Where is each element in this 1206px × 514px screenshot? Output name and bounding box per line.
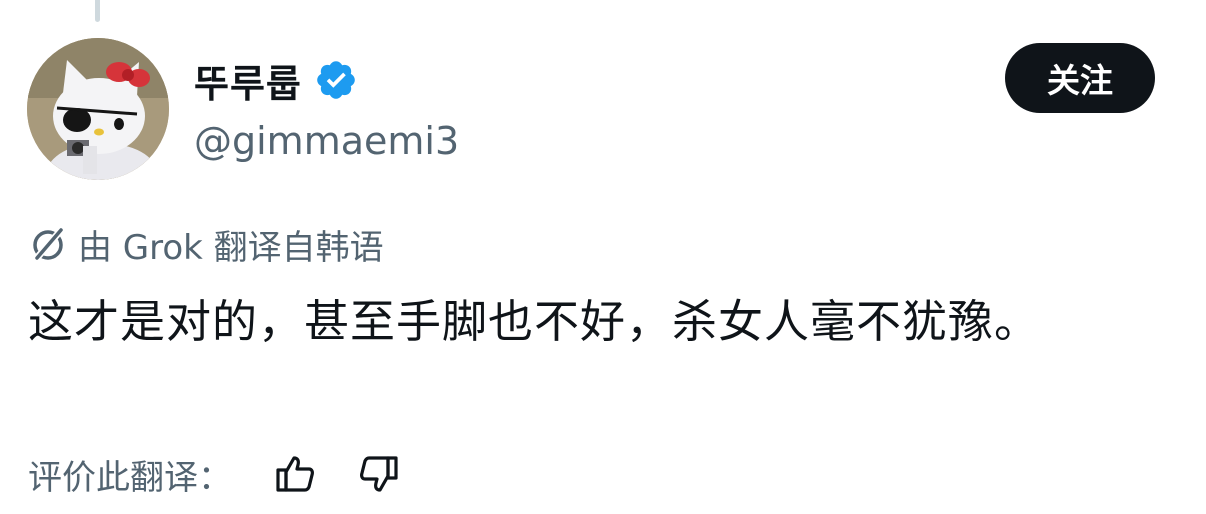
grok-icon: [33, 226, 65, 262]
tweet-view: 뚜루룹 @gimmaemi3 关注 由 Grok 翻译自韩语 这才是对的，甚至手…: [0, 0, 1206, 514]
tweet-text: 这才是对的，甚至手脚也不好，杀女人毫不犹豫。: [28, 295, 1041, 348]
avatar[interactable]: [27, 38, 169, 180]
author-display-name[interactable]: 뚜루룹: [194, 53, 302, 108]
thumbs-up-icon[interactable]: [272, 451, 318, 497]
rate-translation-label: 评价此翻译：: [28, 457, 232, 498]
author-handle[interactable]: @gimmaemi3: [194, 116, 459, 166]
thread-connector-line: [95, 0, 100, 22]
author-name-row[interactable]: 뚜루룹: [194, 54, 358, 106]
verified-badge-icon: [317, 61, 355, 99]
rate-translation-row: 评价此翻译：: [28, 448, 402, 500]
hello-kitty-avatar-icon: [27, 38, 169, 180]
thumbs-down-icon[interactable]: [356, 451, 402, 497]
translation-label: 由 Grok 翻译自韩语: [78, 227, 384, 268]
follow-button[interactable]: 关注: [1005, 43, 1155, 113]
translation-attribution: 由 Grok 翻译自韩语: [28, 218, 384, 270]
